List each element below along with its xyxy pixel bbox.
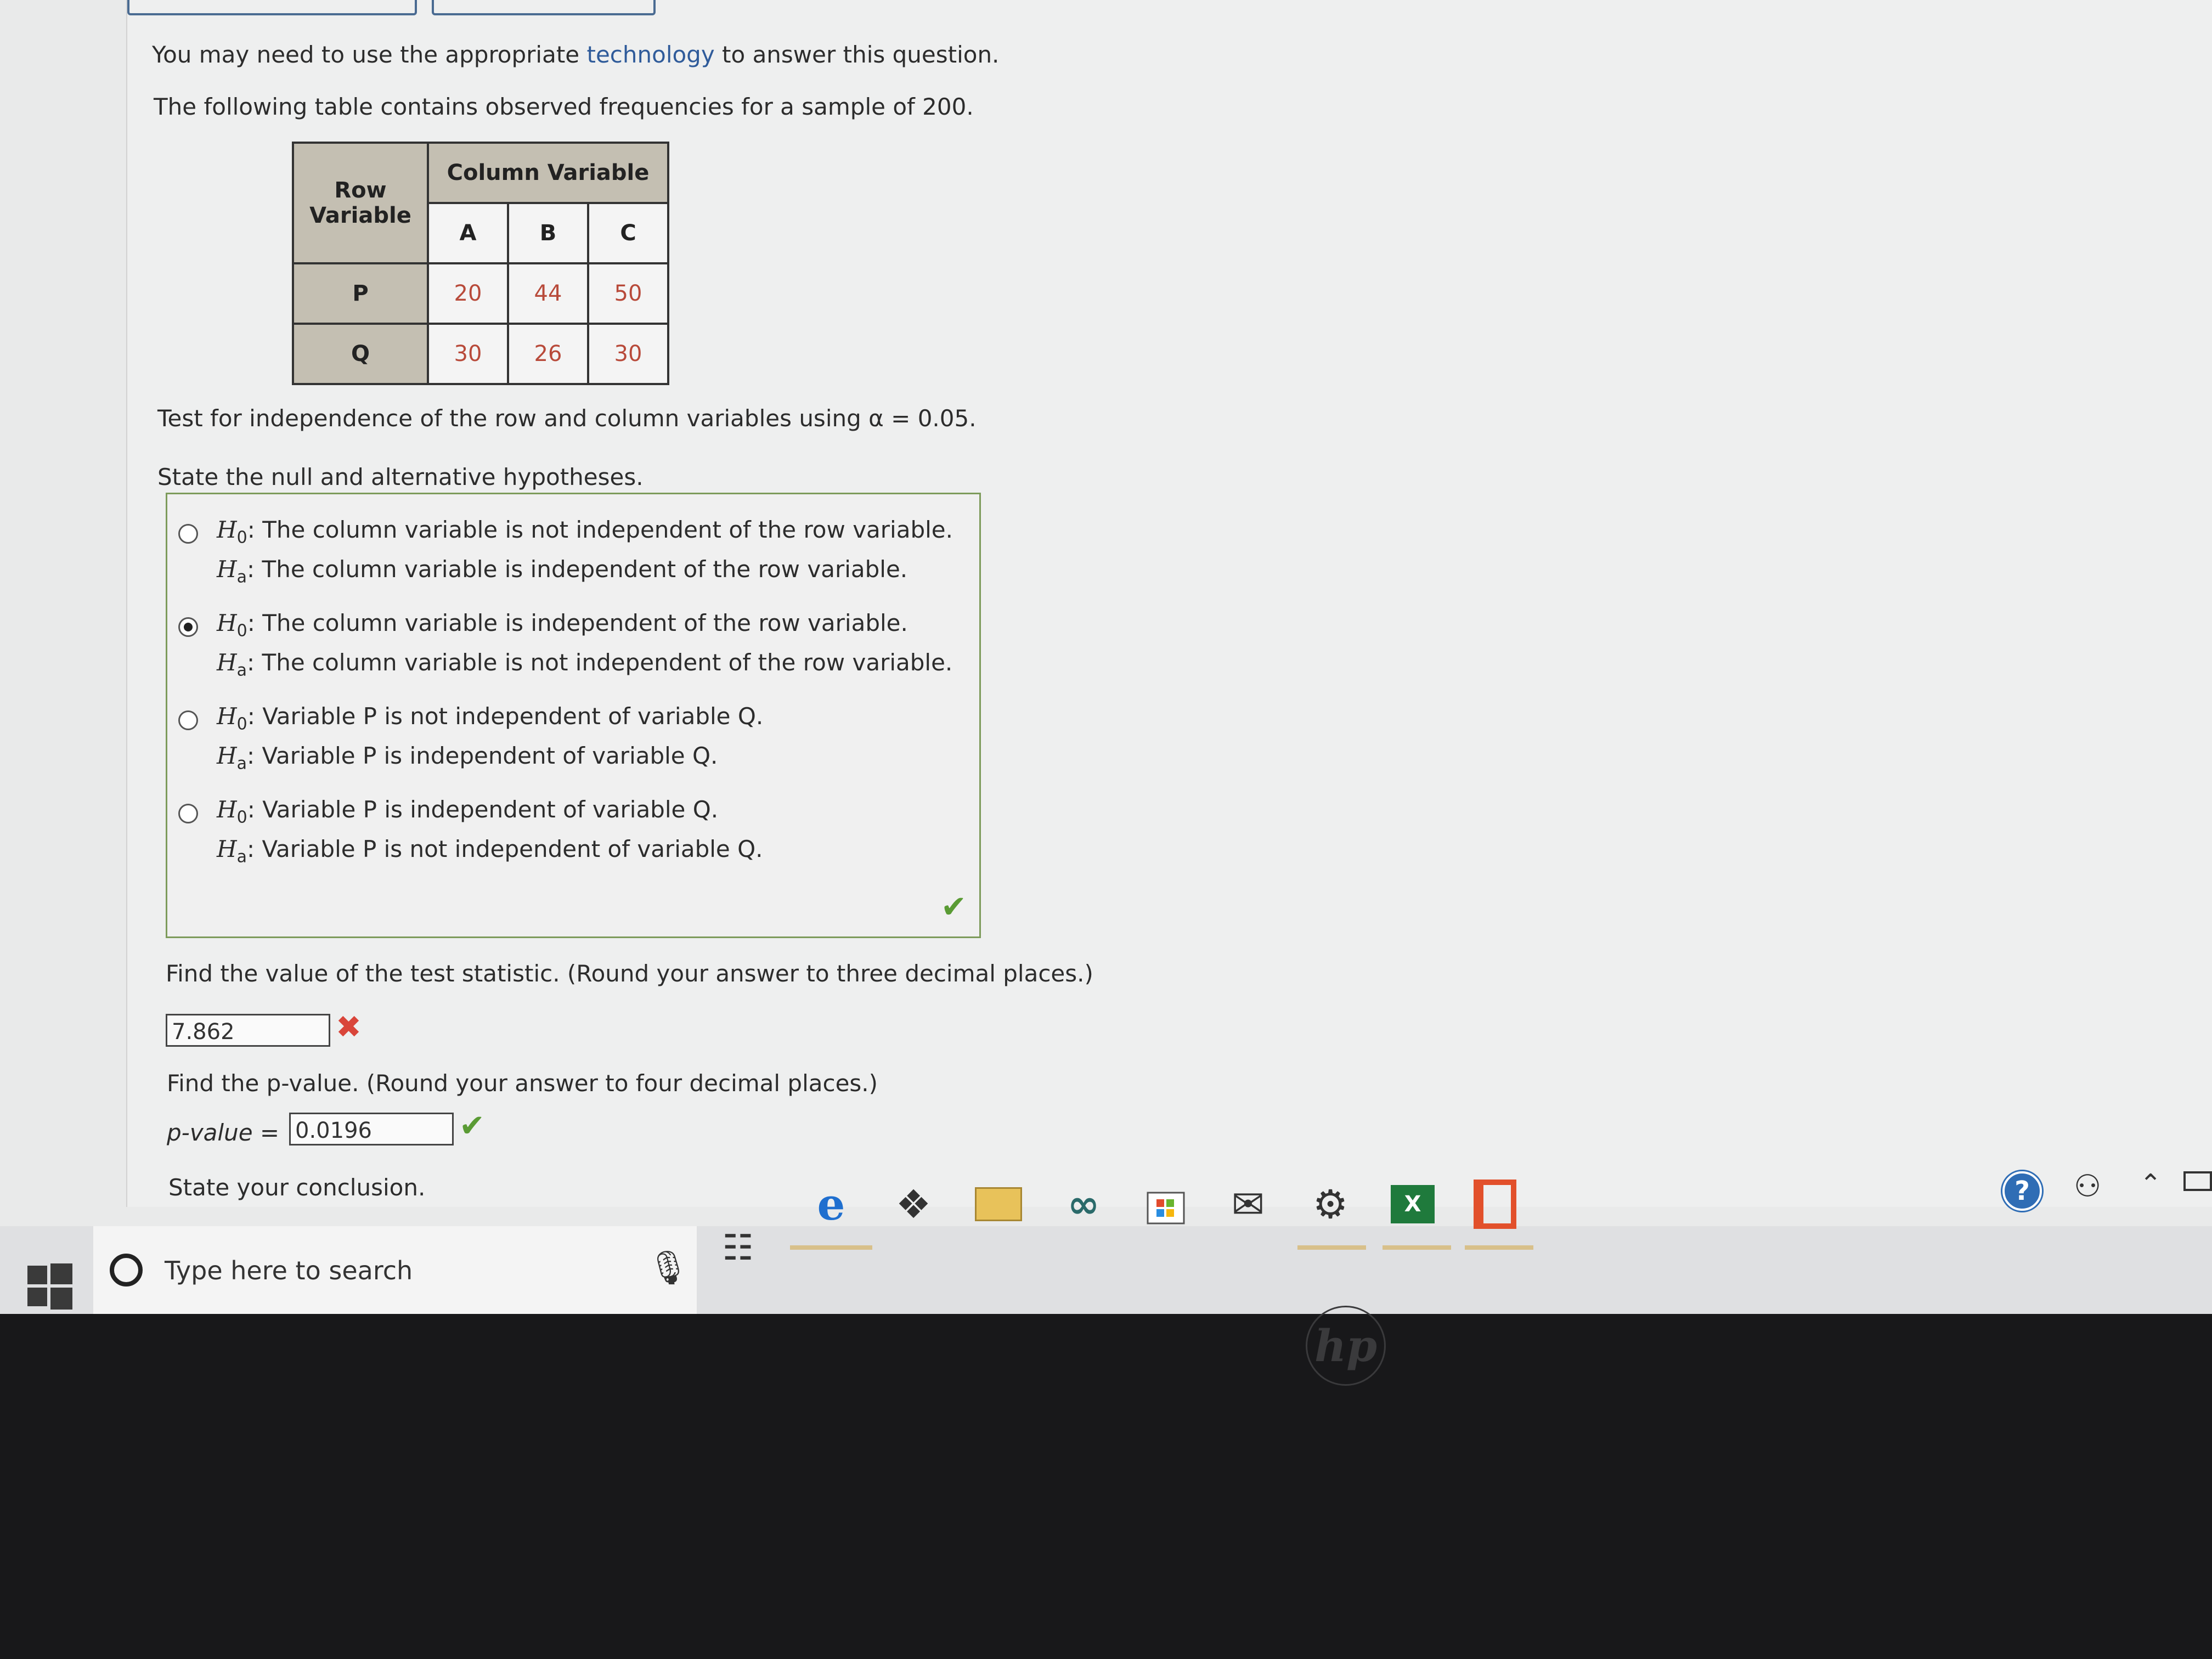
screen: You may need to use the appropriate tech… <box>0 0 2212 1314</box>
cell-p-b: 44 <box>507 262 589 325</box>
store-icon[interactable] <box>1136 1174 1196 1234</box>
people-icon[interactable]: ⚇ <box>2074 1169 2101 1204</box>
option-3-radio[interactable] <box>178 710 198 730</box>
option-4-ha: Ha: Variable P is not independent of var… <box>217 836 763 867</box>
column-header-c: C <box>587 202 669 264</box>
column-header-a: A <box>427 202 509 264</box>
option-4-radio[interactable] <box>178 804 198 823</box>
cell-q-a: 30 <box>427 323 509 385</box>
row-variable-header: Row Variable <box>292 142 429 264</box>
intro-suffix: to answer this question. <box>714 41 1000 68</box>
technology-link[interactable]: technology <box>586 41 714 68</box>
file-explorer-icon[interactable] <box>968 1174 1029 1234</box>
laptop-bezel: hp <box>0 1306 2212 1659</box>
prev-tab-button[interactable] <box>127 0 417 15</box>
network-icon[interactable] <box>2183 1171 2212 1191</box>
option-1-h0: H0: The column variable is not independe… <box>217 516 953 548</box>
correct-check-icon: ✔ <box>941 889 967 925</box>
option-2[interactable]: H0: The column variable is independent o… <box>178 610 968 692</box>
option-1-radio[interactable] <box>178 524 198 544</box>
hypotheses-prompt: State the null and alternative hypothese… <box>157 464 644 490</box>
row-label-q: Q <box>292 323 429 385</box>
cell-q-b: 26 <box>507 323 589 385</box>
pvalue-correct-check-icon: ✔ <box>459 1108 485 1144</box>
intro-text: You may need to use the appropriate tech… <box>152 41 999 68</box>
excel-active-indicator <box>1383 1245 1451 1250</box>
conclusion-prompt: State your conclusion. <box>168 1174 426 1201</box>
next-tab-button[interactable] <box>432 0 656 15</box>
mail-icon[interactable]: ✉ <box>1218 1174 1278 1234</box>
hypotheses-choice-box: H0: The column variable is not independe… <box>166 493 981 938</box>
option-2-ha: Ha: The column variable is not independe… <box>217 649 953 680</box>
cell-q-c: 30 <box>587 323 669 385</box>
test-instructions: Test for independence of the row and col… <box>157 405 977 432</box>
pvalue-prompt: Find the p-value. (Round your answer to … <box>167 1070 878 1097</box>
edge-active-indicator <box>790 1245 872 1250</box>
pvalue-input[interactable]: 0.0196 <box>289 1113 454 1146</box>
question-panel: You may need to use the appropriate tech… <box>126 0 2212 1207</box>
settings-icon[interactable]: ⚙ <box>1300 1174 1361 1234</box>
intro-prefix: You may need to use the appropriate <box>152 41 587 68</box>
option-1-ha: Ha: The column variable is independent o… <box>217 556 908 587</box>
pvalue-label: p-value = <box>167 1119 280 1146</box>
infinity-app-icon[interactable]: ∞ <box>1053 1174 1114 1234</box>
office-active-indicator <box>1465 1245 1533 1250</box>
cell-p-a: 20 <box>427 262 509 325</box>
option-3-ha: Ha: Variable P is independent of variabl… <box>217 742 718 774</box>
settings-active-indicator <box>1297 1245 1366 1250</box>
option-3[interactable]: H0: Variable P is not independent of var… <box>178 703 968 785</box>
cortana-circle-icon <box>110 1254 143 1286</box>
test-statistic-prompt: Find the value of the test statistic. (R… <box>166 960 1093 987</box>
task-view-icon[interactable]: ☷ <box>708 1218 768 1278</box>
table-intro: The following table contains observed fr… <box>154 93 974 120</box>
table-row: P 20 44 50 <box>292 262 669 325</box>
windows-start-button[interactable] <box>22 1259 77 1314</box>
edge-icon[interactable]: e <box>801 1174 861 1234</box>
test-statistic-input[interactable]: 7.862 <box>166 1014 330 1047</box>
help-icon[interactable]: ? <box>2002 1171 2042 1211</box>
table-row: Q 30 26 30 <box>292 323 669 385</box>
option-4-h0: H0: Variable P is independent of variabl… <box>217 796 719 827</box>
option-2-h0: H0: The column variable is independent o… <box>217 610 908 641</box>
hp-logo: hp <box>1306 1306 1386 1386</box>
taskbar-search-box[interactable]: Type here to search 🎙 <box>93 1226 697 1314</box>
search-placeholder: Type here to search <box>165 1256 413 1285</box>
option-4[interactable]: H0: Variable P is independent of variabl… <box>178 796 968 878</box>
column-variable-header: Column Variable <box>427 142 669 204</box>
excel-icon[interactable]: X <box>1383 1174 1443 1234</box>
dropbox-icon[interactable]: ❖ <box>883 1174 944 1234</box>
row-label-p: P <box>292 262 429 325</box>
store-bag-icon <box>1147 1192 1185 1224</box>
option-1[interactable]: H0: The column variable is not independe… <box>178 516 968 599</box>
column-header-b: B <box>507 202 589 264</box>
windows-logo-icon <box>27 1263 72 1310</box>
microphone-icon[interactable]: 🎙 <box>647 1248 689 1287</box>
cell-p-c: 50 <box>587 262 669 325</box>
option-2-radio-selected[interactable] <box>178 617 198 637</box>
observed-frequency-table: Row Variable Column Variable A B C P 20 … <box>292 142 669 385</box>
incorrect-x-icon: ✖ <box>336 1009 362 1045</box>
option-3-h0: H0: Variable P is not independent of var… <box>217 703 764 734</box>
chevron-up-icon[interactable]: ⌃ <box>2140 1169 2162 1199</box>
office-icon[interactable] <box>1465 1174 1525 1234</box>
